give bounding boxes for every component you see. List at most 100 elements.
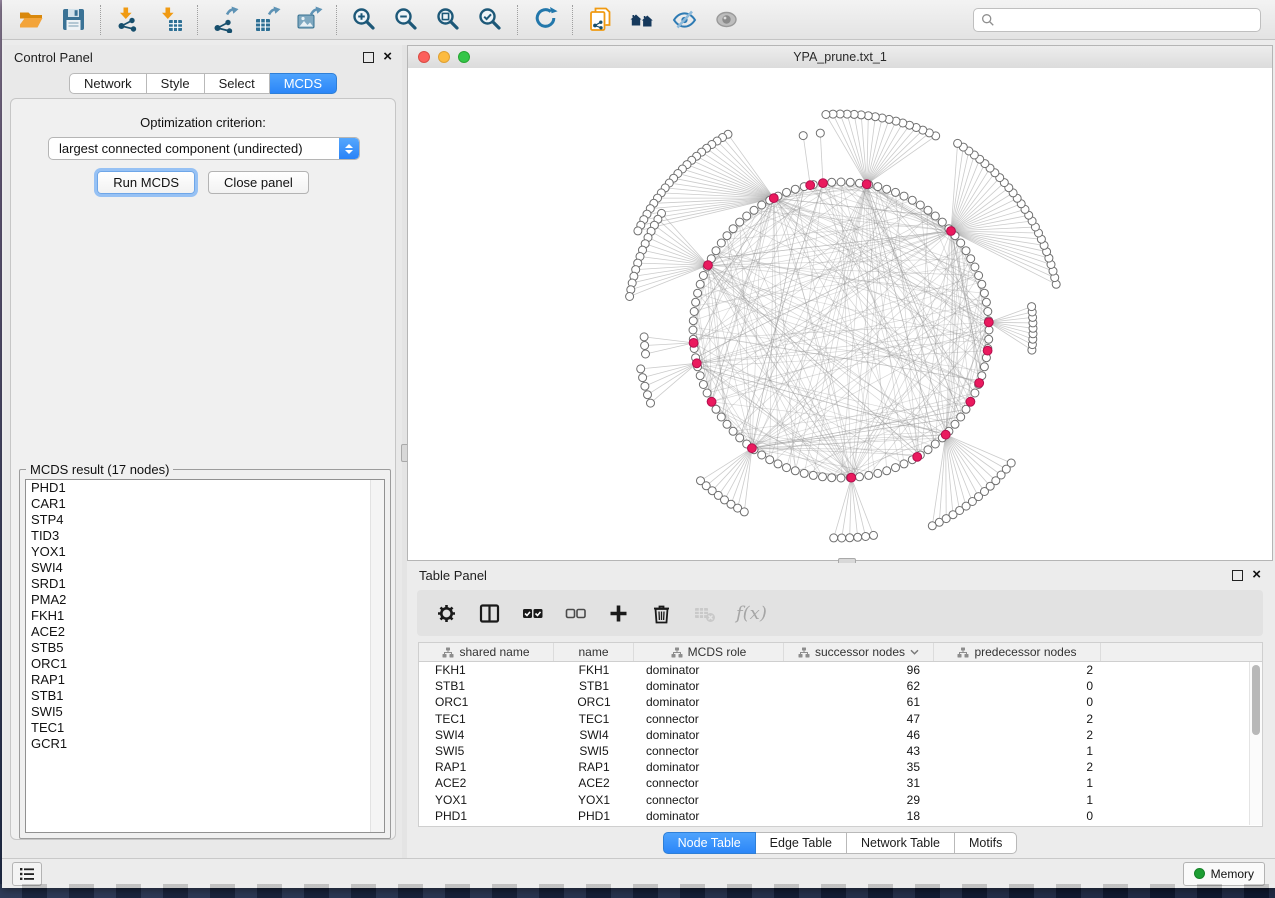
result-node-item[interactable]: PMA2 [26, 592, 384, 608]
tab-style[interactable]: Style [147, 73, 205, 94]
result-node-item[interactable]: SRD1 [26, 576, 384, 592]
export-image-icon[interactable] [288, 3, 330, 37]
tab-network-table[interactable]: Network Table [847, 832, 955, 854]
table-row[interactable]: STB1STB1dominator620 [419, 678, 1262, 694]
close-table-panel-icon[interactable]: × [1252, 570, 1261, 580]
tab-motifs[interactable]: Motifs [955, 832, 1017, 854]
result-list-scrollbar[interactable] [370, 480, 384, 832]
mcds-result-list[interactable]: PHD1CAR1STP4TID3YOX1SWI4SRD1PMA2FKH1ACE2… [25, 479, 385, 833]
cell: 0 [934, 809, 1101, 823]
tab-node-table[interactable]: Node Table [663, 832, 756, 854]
save-icon[interactable] [52, 3, 94, 37]
result-node-item[interactable]: STP4 [26, 512, 384, 528]
table-scrollbar[interactable] [1249, 662, 1262, 825]
clone-network-icon[interactable] [579, 3, 621, 37]
result-node-item[interactable]: SWI4 [26, 560, 384, 576]
optimization-criterion-value: largest connected component (undirected) [49, 141, 339, 156]
hide-selected-icon[interactable] [663, 3, 705, 37]
refresh-icon[interactable] [524, 3, 566, 37]
result-node-item[interactable]: ACE2 [26, 624, 384, 640]
list-icon [19, 867, 35, 881]
result-node-item[interactable]: STB5 [26, 640, 384, 656]
import-table-icon[interactable] [149, 3, 191, 37]
control-panel-header: Control Panel × [4, 45, 402, 69]
column-header-name[interactable]: name [554, 643, 634, 661]
tab-edge-table[interactable]: Edge Table [756, 832, 847, 854]
cell: TEC1 [554, 712, 634, 726]
table-scrollbar-thumb[interactable] [1252, 665, 1260, 735]
tab-select[interactable]: Select [205, 73, 270, 94]
optimization-criterion-select[interactable]: largest connected component (undirected) [48, 137, 360, 160]
cell: ACE2 [554, 776, 634, 790]
result-node-item[interactable]: TEC1 [26, 720, 384, 736]
zoom-out-icon[interactable] [385, 3, 427, 37]
cell: STB1 [554, 679, 634, 693]
export-table-icon[interactable] [246, 3, 288, 37]
cell: 35 [784, 760, 934, 774]
delete-table-icon [693, 602, 716, 625]
select-all-icon[interactable] [521, 602, 544, 625]
column-header-shared-name[interactable]: shared name [419, 643, 554, 661]
add-icon[interactable] [607, 602, 630, 625]
task-history-button[interactable] [12, 862, 42, 886]
mcds-result-title: MCDS result (17 nodes) [26, 462, 173, 477]
result-node-item[interactable]: TID3 [26, 528, 384, 544]
float-table-panel-icon[interactable] [1232, 570, 1243, 581]
table-header-row: shared namenameMCDS rolesuccessor nodesp… [419, 643, 1262, 662]
table-row[interactable]: SWI4SWI4dominator462 [419, 727, 1262, 743]
result-node-item[interactable]: ORC1 [26, 656, 384, 672]
close-panel-button[interactable]: Close panel [208, 171, 309, 194]
delete-icon[interactable] [650, 602, 673, 625]
table-row[interactable]: PHD1PHD1dominator180 [419, 808, 1262, 824]
result-node-item[interactable]: GCR1 [26, 736, 384, 752]
show-all-icon[interactable] [705, 3, 747, 37]
column-header-MCDS-role[interactable]: MCDS role [634, 643, 784, 661]
cell: 2 [934, 728, 1101, 742]
network-canvas[interactable] [408, 68, 1272, 560]
open-folder-icon[interactable] [10, 3, 52, 37]
result-node-item[interactable]: STB1 [26, 688, 384, 704]
zoom-fit-icon[interactable] [427, 3, 469, 37]
zoom-selected-icon[interactable] [469, 3, 511, 37]
application-window: Control Panel × NetworkStyleSelectMCDS O… [2, 0, 1275, 888]
deselect-all-icon[interactable] [564, 602, 587, 625]
close-panel-icon[interactable]: × [383, 52, 392, 62]
columns-icon[interactable] [478, 602, 501, 625]
column-header-successor-nodes[interactable]: successor nodes [784, 643, 934, 661]
result-node-item[interactable]: YOX1 [26, 544, 384, 560]
result-node-item[interactable]: RAP1 [26, 672, 384, 688]
result-node-item[interactable]: PHD1 [26, 480, 384, 496]
houses-icon[interactable] [621, 3, 663, 37]
cell: ACE2 [419, 776, 554, 790]
tab-mcds[interactable]: MCDS [270, 73, 337, 94]
search-field[interactable] [973, 8, 1261, 32]
cell: connector [634, 712, 784, 726]
table-row[interactable]: TEC1TEC1connector472 [419, 711, 1262, 727]
cell: 1 [934, 744, 1101, 758]
table-row[interactable]: RAP1RAP1dominator352 [419, 759, 1262, 775]
float-panel-icon[interactable] [363, 52, 374, 63]
table-row[interactable]: ORC1ORC1dominator610 [419, 694, 1262, 710]
result-node-item[interactable]: FKH1 [26, 608, 384, 624]
column-header-predecessor-nodes[interactable]: predecessor nodes [934, 643, 1101, 661]
cell: PHD1 [554, 809, 634, 823]
run-mcds-button[interactable]: Run MCDS [97, 171, 195, 194]
cell: dominator [634, 809, 784, 823]
result-node-item[interactable]: SWI5 [26, 704, 384, 720]
result-node-item[interactable]: CAR1 [26, 496, 384, 512]
cell: dominator [634, 728, 784, 742]
export-network-icon[interactable] [204, 3, 246, 37]
table-row[interactable]: YOX1YOX1connector291 [419, 792, 1262, 808]
cell: 31 [784, 776, 934, 790]
table-row[interactable]: SWI5SWI5connector431 [419, 743, 1262, 759]
memory-button[interactable]: Memory [1183, 862, 1265, 886]
zoom-in-icon[interactable] [343, 3, 385, 37]
table-row[interactable]: FKH1FKH1dominator962 [419, 662, 1262, 678]
tab-network[interactable]: Network [69, 73, 147, 94]
cell: TEC1 [419, 712, 554, 726]
gear-icon[interactable] [435, 602, 458, 625]
table-row[interactable]: ACE2ACE2connector311 [419, 775, 1262, 791]
search-input[interactable] [1000, 12, 1253, 28]
import-network-icon[interactable] [107, 3, 149, 37]
cell: 2 [934, 760, 1101, 774]
